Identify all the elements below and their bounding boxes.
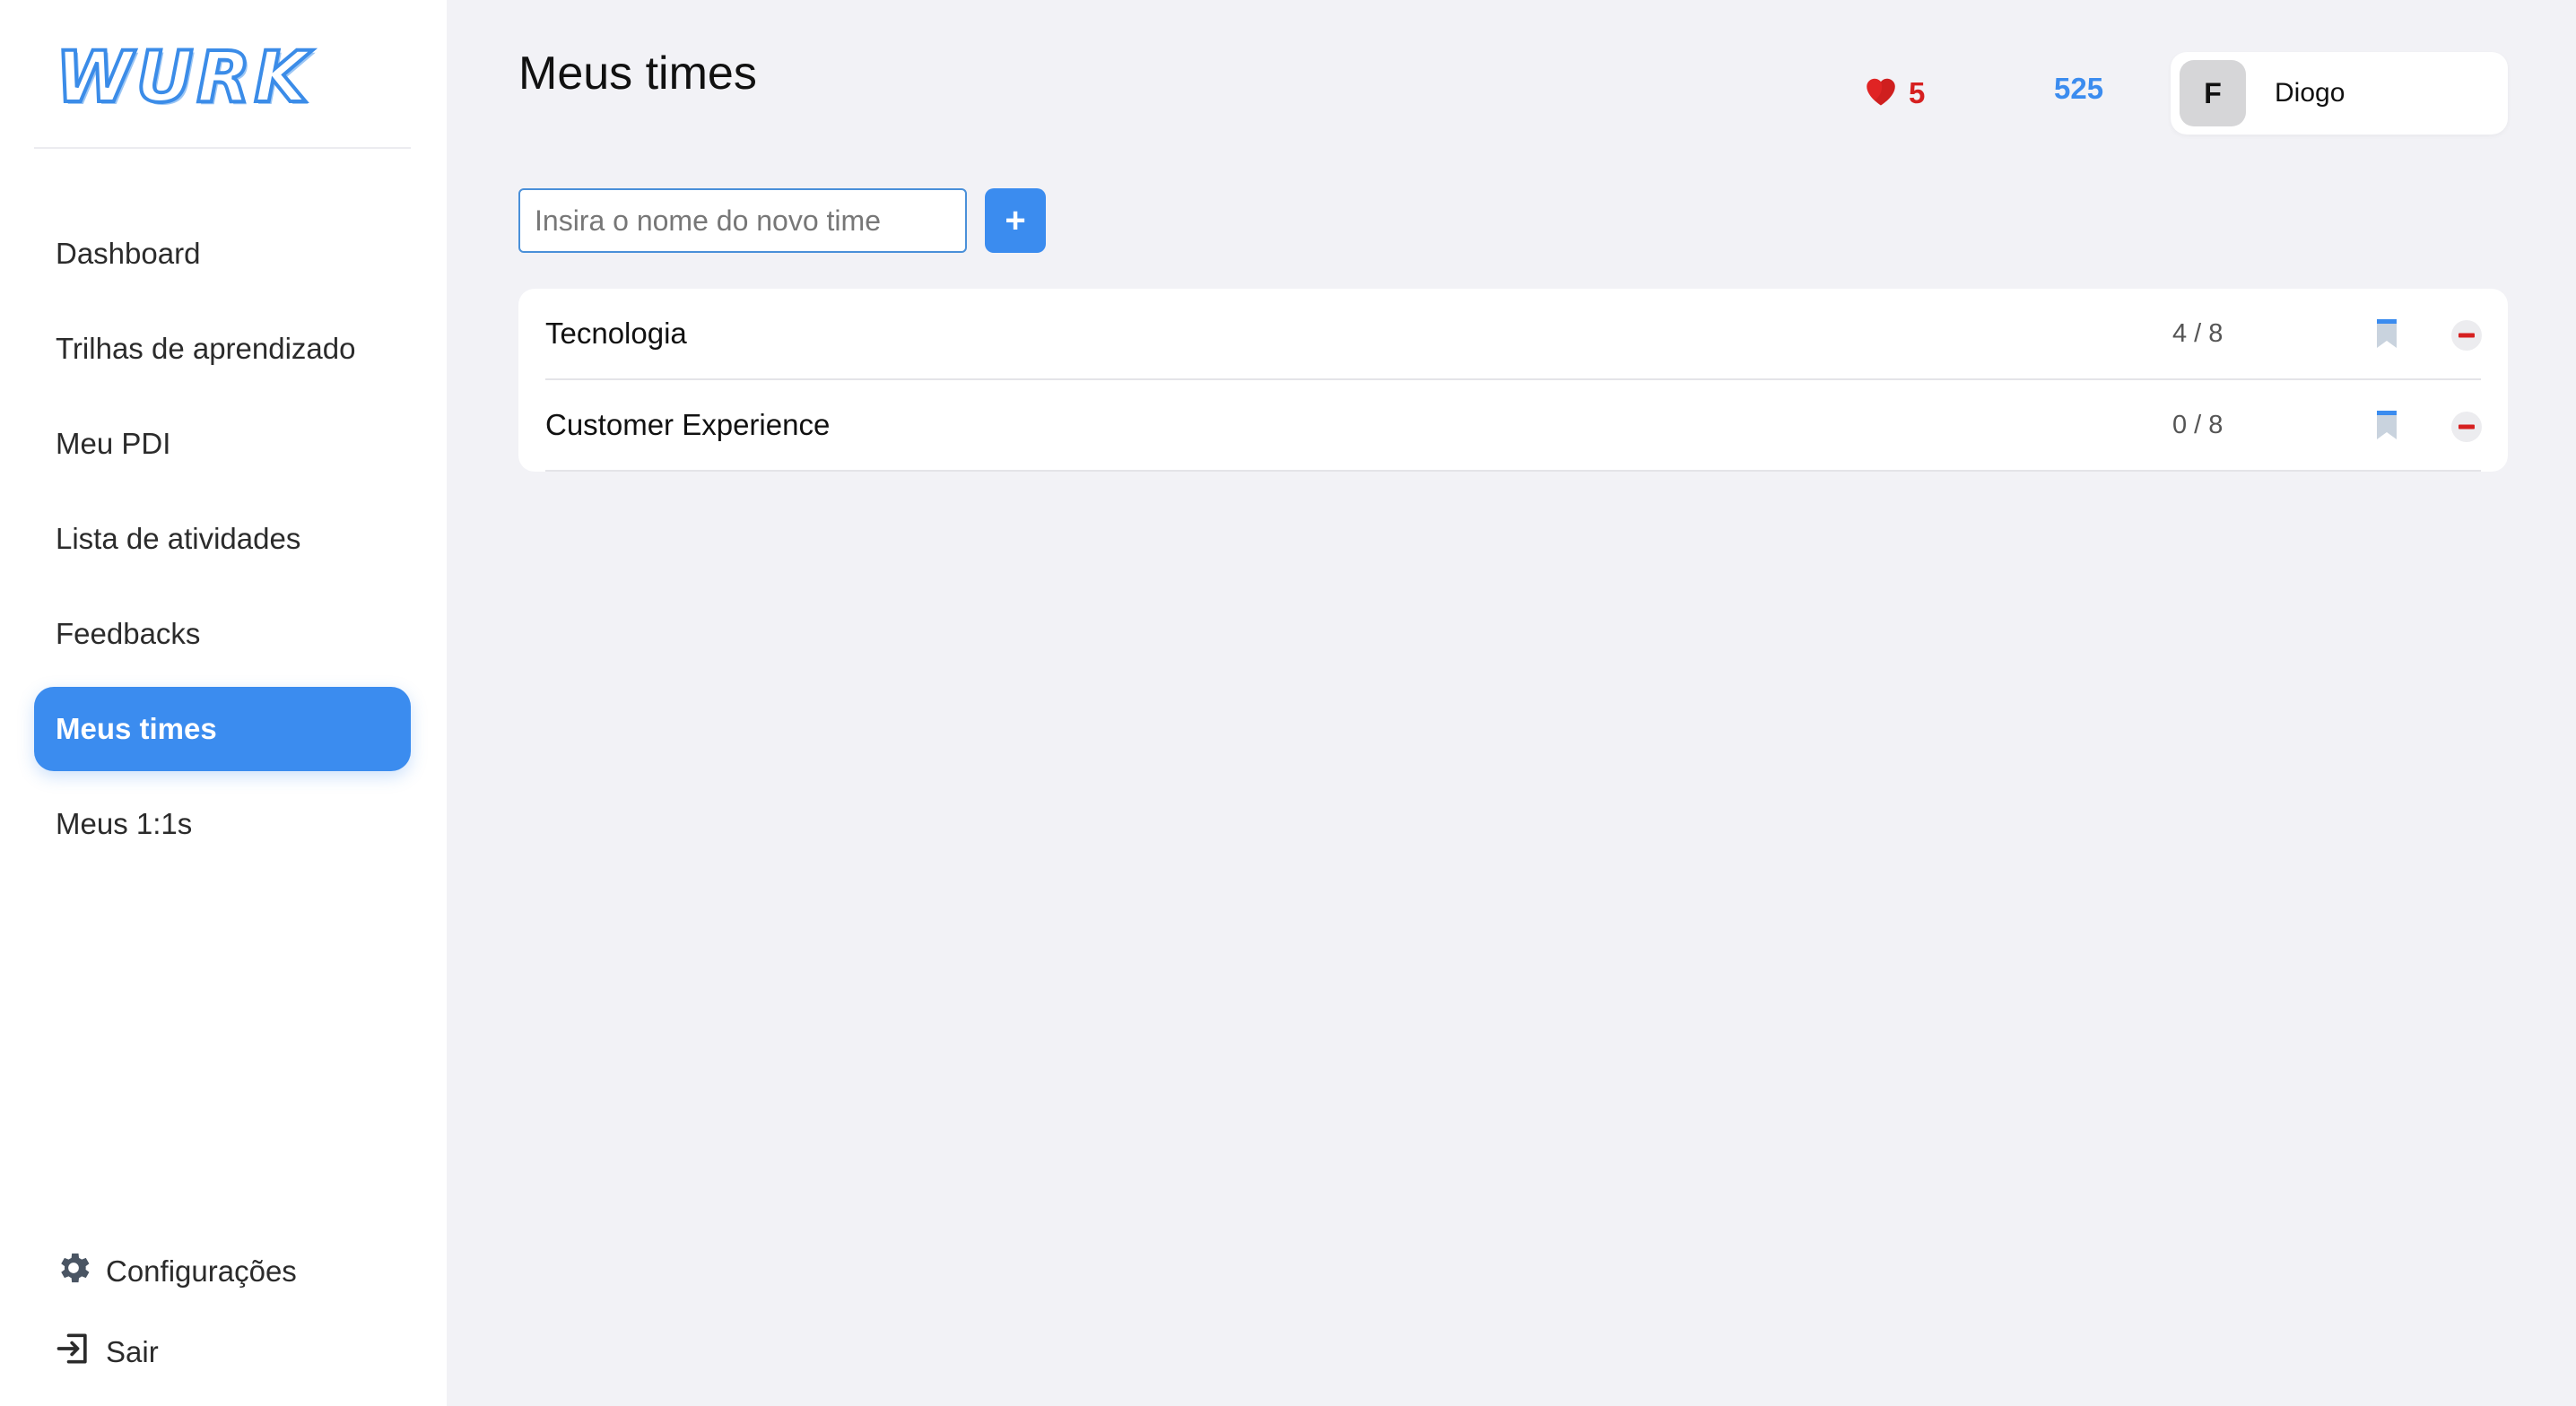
- sidebar-divider: [34, 147, 411, 149]
- logout-link[interactable]: Sair: [54, 1325, 297, 1379]
- bookmark-icon[interactable]: [2373, 316, 2400, 356]
- points-counter: 525: [2054, 72, 2104, 105]
- heart-icon: [1862, 72, 1909, 115]
- sidebar-nav: Dashboard Trilhas de aprendizado Meu PDI…: [34, 212, 411, 877]
- team-list: Tecnologia 4 / 8 Customer Experience 0 /…: [518, 289, 2508, 472]
- sidebar-item-lista-atividades[interactable]: Lista de atividades: [34, 497, 411, 581]
- sidebar-item-dashboard[interactable]: Dashboard: [34, 212, 411, 296]
- gear-icon: [54, 1248, 106, 1295]
- add-team-button[interactable]: +: [985, 188, 1046, 253]
- avatar: F: [2180, 60, 2246, 126]
- remove-team-icon[interactable]: [2450, 411, 2483, 447]
- logout-icon: [54, 1329, 106, 1376]
- page-title: Meus times: [518, 48, 757, 100]
- team-member-count: 0 / 8: [2172, 410, 2224, 439]
- app: WURK Dashboard Trilhas de aprendizado Me…: [0, 0, 2576, 1406]
- sidebar-item-meus-1-1s[interactable]: Meus 1:1s: [34, 782, 411, 866]
- team-member-count: 4 / 8: [2172, 318, 2224, 348]
- sidebar-footer: Configurações Sair: [54, 1245, 297, 1406]
- team-row[interactable]: Tecnologia 4 / 8: [545, 289, 2483, 380]
- hearts-value: 5: [1909, 76, 1926, 109]
- team-row[interactable]: Customer Experience 0 / 8: [545, 380, 2483, 472]
- wurk-logo[interactable]: WURK: [54, 36, 312, 120]
- user-menu[interactable]: F Diogo: [2171, 52, 2508, 135]
- new-team-form: +: [518, 188, 1046, 253]
- main-content: Meus times 5 525 F Diogo + Tecnologia 4 …: [447, 0, 2576, 1406]
- user-name: Diogo: [2275, 78, 2345, 108]
- sidebar-item-trilhas[interactable]: Trilhas de aprendizado: [34, 307, 411, 391]
- team-name: Customer Experience: [545, 408, 831, 441]
- sidebar-item-meu-pdi[interactable]: Meu PDI: [34, 402, 411, 486]
- new-team-name-input[interactable]: [518, 188, 967, 253]
- sidebar-item-meus-times[interactable]: Meus times: [34, 687, 411, 771]
- settings-label: Configurações: [106, 1254, 297, 1288]
- team-name: Tecnologia: [545, 317, 687, 350]
- remove-team-icon[interactable]: [2450, 319, 2483, 356]
- bookmark-icon[interactable]: [2373, 407, 2400, 447]
- sidebar: WURK Dashboard Trilhas de aprendizado Me…: [0, 0, 447, 1406]
- sidebar-item-feedbacks[interactable]: Feedbacks: [34, 592, 411, 676]
- hearts-counter: 5: [1862, 72, 1925, 115]
- logout-label: Sair: [106, 1335, 159, 1368]
- settings-link[interactable]: Configurações: [54, 1245, 297, 1298]
